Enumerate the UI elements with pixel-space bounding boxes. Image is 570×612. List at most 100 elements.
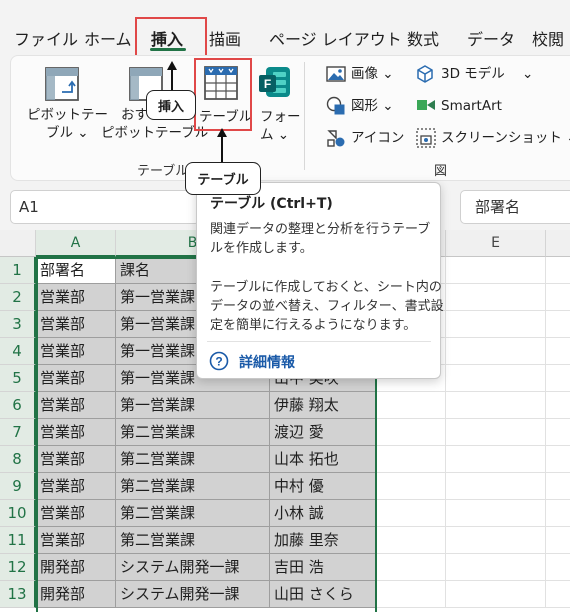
screenshot-label: スクリーンショット ⌄ [441, 130, 570, 146]
cell-a[interactable]: 営業部 [36, 446, 116, 473]
cell-f[interactable] [546, 500, 570, 527]
cell-f[interactable] [546, 392, 570, 419]
cell-c[interactable]: 吉田 浩 [270, 554, 376, 581]
row-header[interactable]: 2 [0, 284, 36, 311]
cell-d[interactable] [376, 446, 446, 473]
row-header[interactable]: 6 [0, 392, 36, 419]
tooltip-title: テーブル (Ctrl+T) [210, 196, 333, 212]
cell-c[interactable]: 加藤 里奈 [270, 527, 376, 554]
row-header[interactable]: 4 [0, 338, 36, 365]
picture-icon [326, 66, 346, 82]
cell-f[interactable] [546, 311, 570, 338]
tab-review[interactable]: 校閲 [532, 26, 564, 50]
cell-c[interactable]: 小林 誠 [270, 500, 376, 527]
cell-a[interactable]: 営業部 [36, 284, 116, 311]
tooltip-learn-more-link[interactable]: 詳細情報 [239, 352, 295, 372]
tab-formulas[interactable]: 数式 [407, 26, 439, 50]
column-header-e[interactable]: E [446, 230, 546, 257]
cell-e[interactable] [446, 527, 546, 554]
row-header[interactable]: 5 [0, 365, 36, 392]
row-header[interactable]: 1 [0, 257, 36, 284]
cell-e[interactable] [446, 392, 546, 419]
forms-label-1: フォー [260, 109, 301, 125]
cell-f[interactable] [546, 527, 570, 554]
cell-f[interactable] [546, 446, 570, 473]
tab-page-layout[interactable]: ページ レイアウト [269, 26, 402, 50]
cell-b[interactable]: システム開発一課 [116, 581, 270, 608]
cell-e[interactable] [446, 338, 546, 365]
tab-home[interactable]: ホーム [84, 26, 132, 50]
cell-a[interactable]: 開発部 [36, 554, 116, 581]
cell-a[interactable]: 営業部 [36, 311, 116, 338]
cell-e[interactable] [446, 257, 546, 284]
icons-label: アイコン [351, 130, 405, 146]
cell-e[interactable] [446, 500, 546, 527]
tooltip-divider [207, 341, 431, 342]
cell-d[interactable] [376, 392, 446, 419]
cell-f[interactable] [546, 284, 570, 311]
row-header[interactable]: 10 [0, 500, 36, 527]
3d-models-dropdown-icon[interactable]: ⌄ [522, 65, 533, 83]
insert-callout-text: 挿入 [157, 99, 184, 115]
cell-e[interactable] [446, 446, 546, 473]
cell-c[interactable]: 山本 拓也 [270, 446, 376, 473]
row-header[interactable]: 3 [0, 311, 36, 338]
name-box[interactable]: A1 [10, 190, 200, 224]
cell-f[interactable] [546, 419, 570, 446]
cell-d[interactable] [376, 500, 446, 527]
cell-f[interactable] [546, 581, 570, 608]
cell-b[interactable]: 第二営業課 [116, 419, 270, 446]
cell-b[interactable]: システム開発一課 [116, 554, 270, 581]
formula-input[interactable]: 部署名 [460, 190, 570, 224]
row-header[interactable]: 7 [0, 419, 36, 446]
cell-f[interactable] [546, 257, 570, 284]
cell-f[interactable] [546, 338, 570, 365]
cell-e[interactable] [446, 581, 546, 608]
cell-c[interactable]: 中村 優 [270, 473, 376, 500]
cell-e[interactable] [446, 365, 546, 392]
column-header-a[interactable]: A [36, 230, 116, 257]
tab-data[interactable]: データ [467, 26, 515, 50]
cell-b[interactable]: 第二営業課 [116, 446, 270, 473]
cell-a[interactable]: 営業部 [36, 527, 116, 554]
cell-e[interactable] [446, 473, 546, 500]
cell-b[interactable]: 第二営業課 [116, 527, 270, 554]
cell-d[interactable] [376, 554, 446, 581]
row-header[interactable]: 12 [0, 554, 36, 581]
cell-d[interactable] [376, 419, 446, 446]
cell-f[interactable] [546, 473, 570, 500]
cell-c[interactable]: 渡辺 愛 [270, 419, 376, 446]
help-icon[interactable]: ? [209, 351, 229, 371]
cell-d[interactable] [376, 581, 446, 608]
cell-a[interactable]: 営業部 [36, 473, 116, 500]
cell-f[interactable] [546, 554, 570, 581]
cell-d[interactable] [376, 473, 446, 500]
cell-a[interactable]: 営業部 [36, 419, 116, 446]
cell-a[interactable]: 開発部 [36, 581, 116, 608]
cell-e[interactable] [446, 284, 546, 311]
row-header[interactable]: 9 [0, 473, 36, 500]
cell-a[interactable]: 営業部 [36, 365, 116, 392]
select-all-corner[interactable] [0, 230, 36, 257]
cell-e[interactable] [446, 419, 546, 446]
cell-a[interactable]: 部署名 [36, 257, 116, 284]
cell-a[interactable]: 営業部 [36, 392, 116, 419]
cell-b[interactable]: 第二営業課 [116, 500, 270, 527]
cell-e[interactable] [446, 311, 546, 338]
tab-draw[interactable]: 描画 [209, 26, 241, 50]
cell-b[interactable]: 第一営業課 [116, 392, 270, 419]
cell-a[interactable]: 営業部 [36, 500, 116, 527]
column-header-f[interactable] [546, 230, 570, 257]
shapes-label: 図形 ⌄ [351, 98, 394, 114]
cell-d[interactable] [376, 527, 446, 554]
cell-c[interactable]: 山田 さくら [270, 581, 376, 608]
row-header[interactable]: 11 [0, 527, 36, 554]
cell-c[interactable]: 伊藤 翔太 [270, 392, 376, 419]
tab-file[interactable]: ファイル [14, 26, 78, 50]
cell-b[interactable]: 第二営業課 [116, 473, 270, 500]
row-header[interactable]: 13 [0, 581, 36, 608]
cell-a[interactable]: 営業部 [36, 338, 116, 365]
row-header[interactable]: 8 [0, 446, 36, 473]
cell-f[interactable] [546, 365, 570, 392]
cell-e[interactable] [446, 554, 546, 581]
